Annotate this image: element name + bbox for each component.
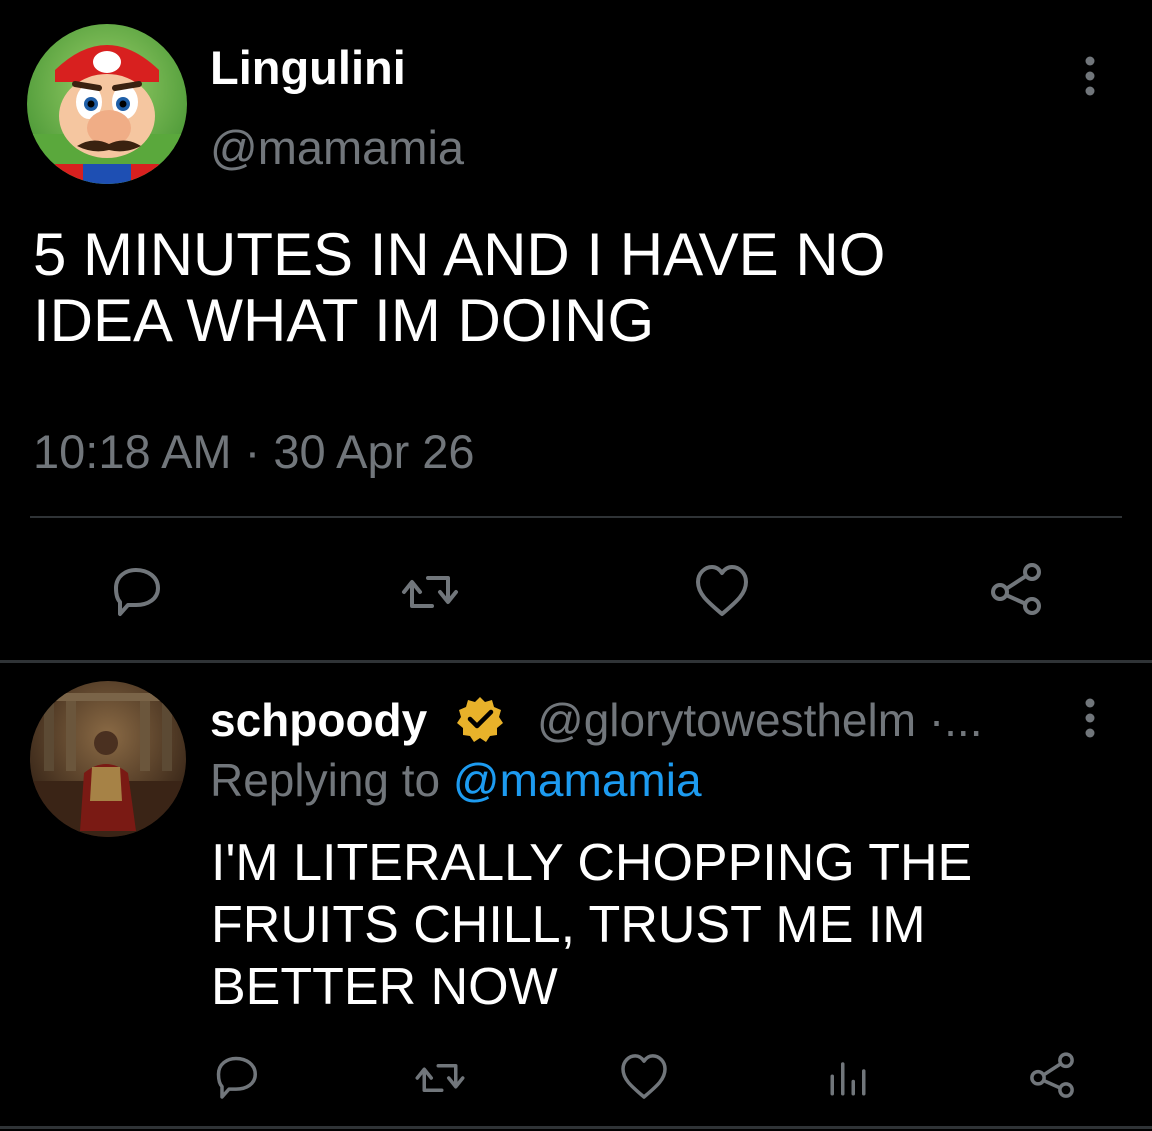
divider: [0, 1126, 1152, 1129]
divider: [30, 516, 1122, 518]
divider: [0, 660, 1152, 663]
tweet-timestamp[interactable]: 10:18 AM · 30 Apr 26: [33, 424, 475, 480]
user-handle[interactable]: @glorytowesthelm ·...: [537, 692, 983, 748]
replying-to: Replying to @mamamia: [210, 752, 702, 808]
like-icon[interactable]: [690, 558, 754, 622]
reply-icon[interactable]: [208, 1048, 264, 1104]
avatar[interactable]: [27, 24, 187, 184]
user-handle[interactable]: @mamamia: [210, 120, 464, 176]
roman-general-avatar: [30, 681, 186, 837]
share-icon[interactable]: [984, 558, 1048, 622]
reply-text: I'M LITERALLY CHOPPING THE FRUITS CHILL,…: [211, 834, 973, 1016]
retweet-icon[interactable]: [398, 560, 462, 624]
share-icon[interactable]: [1024, 1048, 1080, 1104]
reply-icon[interactable]: [104, 558, 168, 622]
cartoon-plumber-avatar: [27, 24, 187, 184]
avatar[interactable]: [30, 681, 186, 837]
views-icon[interactable]: [820, 1050, 876, 1106]
retweet-icon[interactable]: [412, 1050, 468, 1106]
verified-badge-icon: [455, 694, 505, 744]
display-name[interactable]: schpoody: [210, 692, 427, 748]
more-options-icon[interactable]: [1070, 694, 1110, 742]
more-options-icon[interactable]: [1070, 52, 1110, 100]
replying-to-label: Replying to: [210, 754, 453, 806]
like-icon[interactable]: [616, 1048, 672, 1104]
tweet-text: 5 MINUTES IN AND I HAVE NO IDEA WHAT IM …: [33, 221, 886, 354]
mention-link[interactable]: @mamamia: [453, 754, 702, 806]
display-name[interactable]: Lingulini: [210, 40, 406, 96]
